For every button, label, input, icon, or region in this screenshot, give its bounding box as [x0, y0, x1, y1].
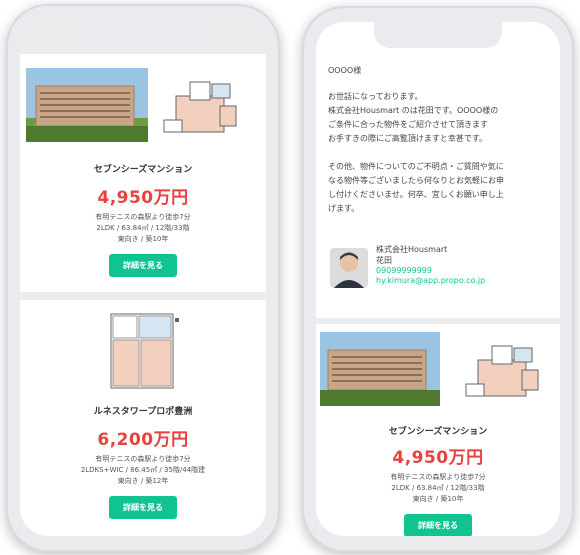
- property-card: セブンシーズマンション 4,950万円 有明テニスの森駅より徒歩7分 2LDK …: [316, 324, 560, 536]
- property-name: ルネスタワープロポ豊洲: [93, 407, 193, 417]
- message-line: なる物件等ございましたら何なりとお気軽にお申: [328, 176, 504, 185]
- property-name: セブンシーズマンション: [93, 165, 193, 175]
- property-orientation: 東向き / 築10年: [117, 235, 169, 243]
- property-price: 4,950万円: [392, 448, 484, 468]
- left-phone-frame: セブンシーズマンション 4,950万円 有明テニスの森駅より徒歩7分 2LDK …: [6, 4, 280, 552]
- message-line: お世話になっております。: [328, 92, 423, 101]
- right-phone-frame: OOOO様 お世話になっております。 株式会社Housmart のは花田です。O…: [302, 6, 574, 552]
- left-phone-screen: セブンシーズマンション 4,950万円 有明テニスの森駅より徒歩7分 2LDK …: [20, 20, 266, 536]
- detail-button[interactable]: 詳細を見る: [109, 496, 177, 519]
- agent-name: 花田: [376, 256, 392, 265]
- greeting: OOOO様: [328, 66, 362, 75]
- property-spec: 2LDK / 63.84㎡ / 12階/33階: [96, 224, 190, 232]
- property-orientation: 東向き / 築10年: [412, 495, 464, 503]
- property-access: 有明テニスの森駅より徒歩7分: [95, 455, 191, 463]
- building-photo: [320, 332, 440, 406]
- message-line: 株式会社Housmart のは花田です。OOOO様の: [328, 106, 499, 115]
- message-line: その他、物件についてのご不明点・ご質問や気に: [328, 162, 504, 171]
- property-spec: 2LDK / 63.84㎡ / 12階/33階: [391, 484, 485, 492]
- property-orientation: 東向き / 築12年: [117, 477, 169, 485]
- message-card: OOOO様 お世話になっております。 株式会社Housmart のは花田です。O…: [316, 22, 560, 318]
- property-price: 6,200万円: [97, 430, 189, 450]
- detail-button[interactable]: 詳細を見る: [109, 254, 177, 277]
- property-access: 有明テニスの森駅より徒歩7分: [95, 213, 191, 221]
- property-price: 4,950万円: [97, 188, 189, 208]
- detail-button[interactable]: 詳細を見る: [404, 514, 472, 536]
- property-access: 有明テニスの森駅より徒歩7分: [390, 473, 486, 481]
- floorplan-image: [465, 345, 539, 397]
- property-card-2: ルネスタワープロポ豊洲 6,200万円 有明テニスの森駅より徒歩7分 2LDKS…: [20, 300, 266, 536]
- message-line: し付けくださいませ。何卒、宜しくお願い申し上: [328, 190, 504, 199]
- right-phone-screen: OOOO様 お世話になっております。 株式会社Housmart のは花田です。O…: [316, 22, 560, 536]
- avatar: [330, 248, 368, 288]
- agent-email[interactable]: hy.kimura@app.propo.co.jp: [376, 276, 485, 286]
- message-line: ご条件に合った物件をご紹介させて頂きます: [328, 120, 488, 129]
- agent-company: 株式会社Housmart: [376, 245, 448, 254]
- floorplan-image: [110, 313, 179, 389]
- building-photo: [26, 68, 148, 142]
- message-line: げます。: [328, 204, 360, 213]
- phone-notch: [374, 22, 502, 48]
- agent-phone[interactable]: 09099999999: [376, 266, 485, 276]
- phone-notch: [79, 20, 207, 46]
- property-spec: 2LDKS+WIC / 86.45㎡ / 35階/44階建: [80, 466, 206, 474]
- agent-signature: 株式会社Housmart 花田 09099999999 hy.kimura@ap…: [330, 245, 554, 298]
- floorplan-image: [163, 81, 237, 133]
- property-card-1: セブンシーズマンション 4,950万円 有明テニスの森駅より徒歩7分 2LDK …: [20, 54, 266, 292]
- property-name: セブンシーズマンション: [388, 427, 488, 437]
- message-line: お手すきの際にご高覧頂けますと幸甚です。: [328, 134, 488, 143]
